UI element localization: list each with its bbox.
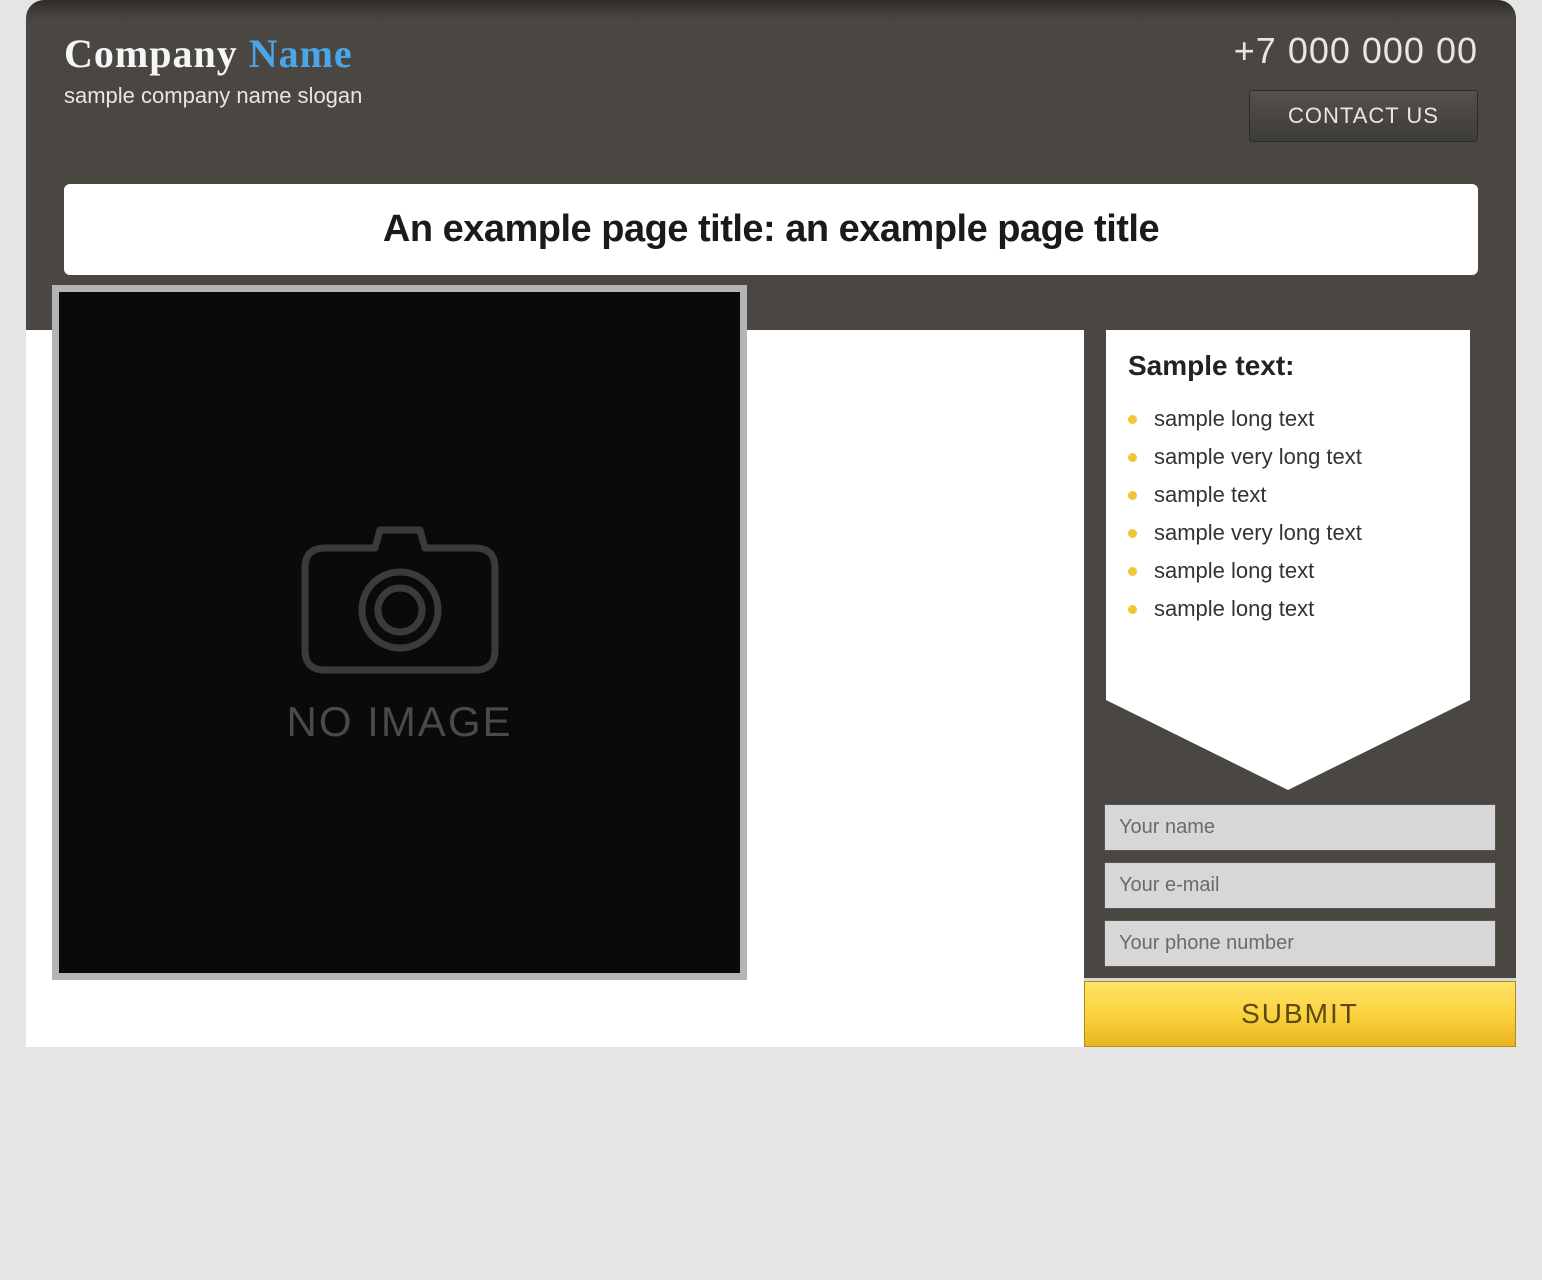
phone-input[interactable] bbox=[1104, 920, 1496, 967]
company-logo: Company Name bbox=[64, 30, 362, 77]
sidebar-heading: Sample text: bbox=[1128, 350, 1448, 382]
company-word-2: Name bbox=[249, 31, 353, 76]
phone-block: +7 000 000 00 CONTACT US bbox=[1234, 30, 1478, 142]
header: Company Name sample company name slogan … bbox=[26, 0, 1516, 330]
name-input[interactable] bbox=[1104, 804, 1496, 851]
left-column: NO IMAGE bbox=[26, 330, 1084, 1047]
list-item: sample long text bbox=[1128, 552, 1448, 590]
no-image-label: NO IMAGE bbox=[286, 698, 512, 746]
page-title-bar: An example page title: an example page t… bbox=[64, 184, 1478, 275]
sidebar-list: sample long text sample very long text s… bbox=[1128, 400, 1448, 628]
list-item: sample long text bbox=[1128, 400, 1448, 438]
company-word-1: Company bbox=[64, 31, 238, 76]
camera-icon bbox=[286, 520, 512, 680]
submit-button[interactable]: SUBMIT bbox=[1084, 981, 1516, 1047]
phone-number: +7 000 000 00 bbox=[1234, 30, 1478, 72]
slogan: sample company name slogan bbox=[64, 83, 362, 109]
right-column: Sample text: sample long text sample ver… bbox=[1084, 330, 1516, 1047]
image-placeholder: NO IMAGE bbox=[52, 285, 747, 980]
contact-form bbox=[1084, 790, 1516, 978]
email-input[interactable] bbox=[1104, 862, 1496, 909]
page-title: An example page title: an example page t… bbox=[94, 208, 1448, 251]
list-item: sample text bbox=[1128, 476, 1448, 514]
list-item: sample very long text bbox=[1128, 514, 1448, 552]
list-item: sample long text bbox=[1128, 590, 1448, 628]
contact-us-button[interactable]: CONTACT US bbox=[1249, 90, 1478, 142]
logo-block: Company Name sample company name slogan bbox=[64, 30, 362, 109]
list-item: sample very long text bbox=[1128, 438, 1448, 476]
sidebar-ribbon: Sample text: sample long text sample ver… bbox=[1106, 330, 1470, 700]
